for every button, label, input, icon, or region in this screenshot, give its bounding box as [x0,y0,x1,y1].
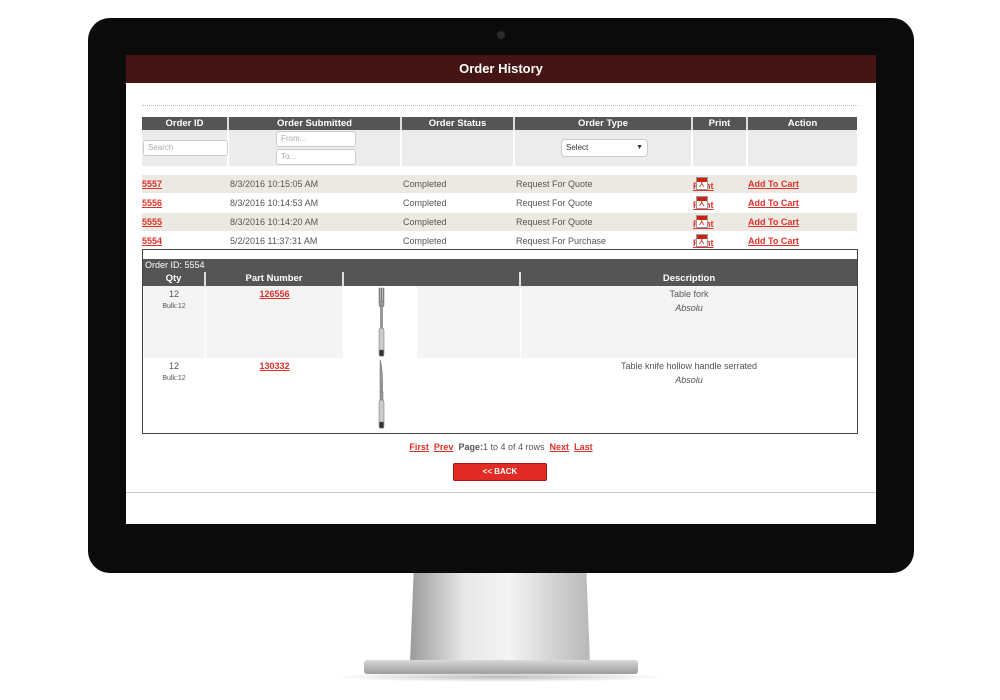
first-page-link[interactable]: First [409,442,429,452]
order-id-link[interactable]: 5556 [142,194,162,212]
filter-cell [748,130,857,166]
table-row: 5554 5/2/2016 11:37:31 AM Completed Requ… [142,232,857,250]
detail-item-row: 12 Bulk:12 126556 Table fork Absolu [143,286,857,358]
detail-title: Order ID: 5554 [143,259,857,272]
order-detail-panel: Order ID: 5554 Qty Part Number Descripti… [142,249,858,434]
table-row: 5555 8/3/2016 10:14:20 AM Completed Requ… [142,213,857,231]
screen: Order History Order ID Order Submitted O… [126,55,876,524]
part-number-link[interactable]: 130332 [259,361,289,371]
monitor-stand [410,573,590,663]
dropdown-arrow-icon: ▼ [636,144,643,151]
add-to-cart-link[interactable]: Add To Cart [748,194,799,212]
table-row: 5557 8/3/2016 10:15:05 AM Completed Requ… [142,175,857,193]
item-brand: Absolu [675,375,703,385]
pdf-icon[interactable] [696,234,708,247]
item-brand: Absolu [675,303,703,313]
next-page-link[interactable]: Next [550,442,570,452]
filter-cell [402,130,515,166]
header-action: Action [748,117,857,130]
search-input[interactable]: Search [143,140,228,156]
detail-item-row: 12 Bulk:12 130332 Table knife hollow hand… [143,358,857,430]
header-print: Print [693,117,748,130]
divider [142,105,858,106]
order-id-link[interactable]: 5554 [142,232,162,250]
item-qty: 12 [168,361,179,371]
part-number-link[interactable]: 126556 [259,289,289,299]
order-id-link[interactable]: 5557 [142,175,162,193]
pdf-icon[interactable] [696,215,708,228]
last-page-link[interactable]: Last [574,442,593,452]
pdf-icon[interactable] [696,196,708,209]
order-type: Request For Quote [516,179,593,189]
order-type: Request For Quote [516,217,593,227]
stand-shadow [330,672,670,682]
detail-header-part: Part Number [206,272,344,286]
date-from-input[interactable]: From... [276,131,356,147]
item-qty: 12 [168,289,179,299]
order-submitted: 8/3/2016 10:14:20 AM [230,217,319,227]
order-status: Completed [403,236,447,246]
item-description: Table fork [669,289,709,299]
header-order-type[interactable]: Order Type [515,117,693,130]
order-submitted: 8/3/2016 10:14:53 AM [230,198,319,208]
detail-header-image [344,272,521,286]
select-value: Select [566,143,589,152]
footer-divider [126,492,876,493]
back-button[interactable]: << BACK [453,463,547,481]
order-status: Completed [403,179,447,189]
pdf-icon[interactable] [696,177,708,190]
order-type: Request For Purchase [516,236,607,246]
header-order-status[interactable]: Order Status [402,117,515,130]
webcam [497,31,505,39]
order-status: Completed [403,217,447,227]
add-to-cart-link[interactable]: Add To Cart [748,232,799,250]
header-order-id[interactable]: Order ID [142,117,229,130]
order-type-select[interactable]: Select ▼ [561,139,648,157]
order-id-link[interactable]: 5555 [142,213,162,231]
item-bulk: Bulk:12 [162,303,186,310]
add-to-cart-link[interactable]: Add To Cart [748,175,799,193]
order-submitted: 5/2/2016 11:37:31 AM [230,236,318,246]
table-row: 5556 8/3/2016 10:14:53 AM Completed Requ… [142,194,857,212]
detail-header-qty: Qty [143,272,206,286]
page-info: 1 to 4 of 4 rows [482,442,545,452]
prev-page-link[interactable]: Prev [434,442,454,452]
order-status: Completed [403,198,447,208]
knife-icon[interactable] [344,358,417,430]
filter-cell [693,130,748,166]
order-type: Request For Quote [516,198,593,208]
add-to-cart-link[interactable]: Add To Cart [748,213,799,231]
item-bulk: Bulk:12 [162,375,186,382]
pagination: First Prev Page:1 to 4 of 4 rows Next La… [126,442,876,452]
page-label: Page: [458,442,483,452]
page-title: Order History [126,55,876,83]
order-submitted: 8/3/2016 10:15:05 AM [230,179,319,189]
detail-header-description: Description [521,272,857,286]
item-description: Table knife hollow handle serrated [620,361,758,371]
date-to-input[interactable]: To... [276,149,356,165]
header-order-submitted[interactable]: Order Submitted [229,117,402,130]
fork-icon[interactable] [344,286,417,358]
